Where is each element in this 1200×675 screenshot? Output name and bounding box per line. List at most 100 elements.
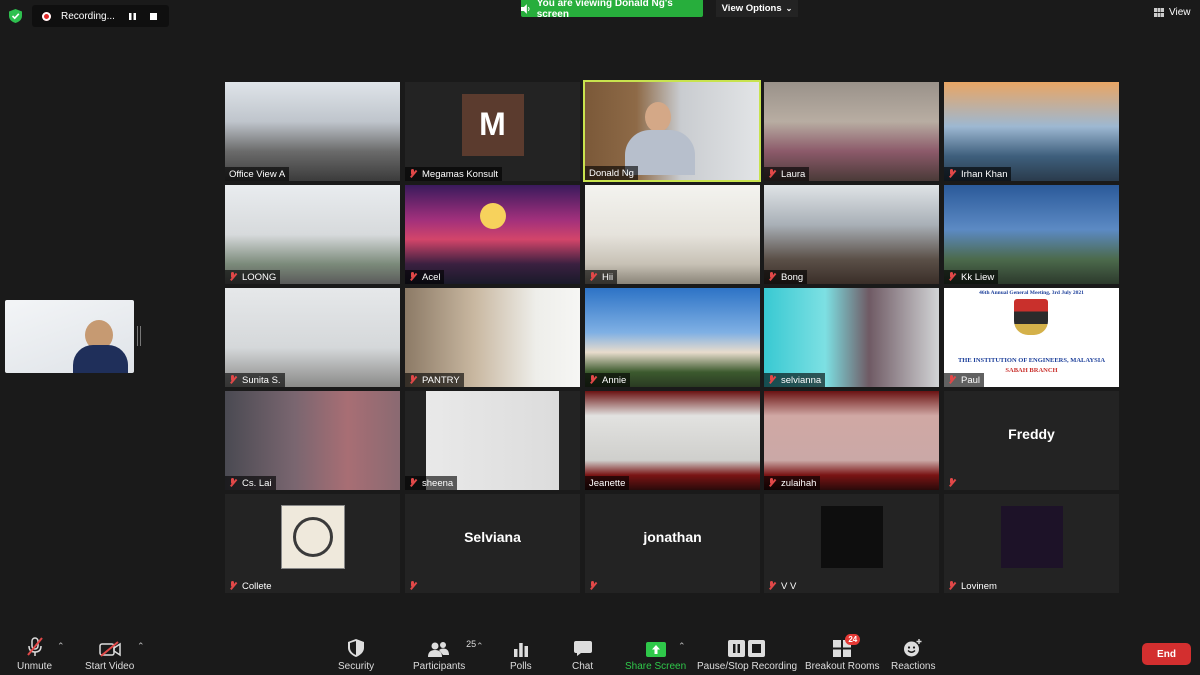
video-tile[interactable]: Annie	[585, 288, 760, 387]
video-tile[interactable]: Cs. Lai	[225, 391, 400, 490]
video-tile[interactable]: jonathan	[585, 494, 760, 593]
chevron-up-icon[interactable]: ⌃	[678, 641, 686, 652]
participant-name	[405, 579, 426, 593]
chevron-up-icon[interactable]: ⌃	[57, 641, 65, 652]
end-meeting-button[interactable]: End	[1142, 643, 1191, 665]
shield-icon	[348, 639, 365, 657]
participant-name-text: Annie	[602, 374, 627, 386]
reactions-button[interactable]: Reactions	[891, 637, 935, 672]
chevron-up-icon[interactable]: ⌃	[476, 641, 484, 652]
video-tile[interactable]: Freddy	[944, 391, 1119, 490]
video-tile[interactable]: Selviana	[405, 494, 580, 593]
participant-name-text: Donald Ng	[589, 167, 634, 179]
video-tile[interactable]: 46th Annual General Meeting, 3rd July 20…	[944, 288, 1119, 387]
participant-name: Donald Ng	[585, 166, 638, 180]
polls-button[interactable]: Polls	[510, 637, 532, 672]
video-tile[interactable]: Acel	[405, 185, 580, 284]
avatar	[1000, 505, 1063, 568]
self-view-video[interactable]	[5, 300, 134, 373]
muted-mic-icon	[589, 581, 597, 591]
video-tile[interactable]: Laura	[764, 82, 939, 181]
muted-mic-icon	[768, 581, 776, 591]
participant-name-text: Jeanette	[589, 477, 626, 489]
security-button[interactable]: Security	[338, 637, 374, 672]
muted-mic-icon	[948, 169, 956, 179]
participant-name: Laura	[764, 167, 810, 181]
start-video-button[interactable]: Start Video	[85, 637, 134, 672]
chat-button[interactable]: Chat	[572, 637, 593, 672]
participant-name-text: Laura	[781, 168, 806, 180]
video-tile[interactable]: Office View A	[225, 82, 400, 181]
video-tile[interactable]: Collete	[225, 494, 400, 593]
muted-mic-icon	[768, 375, 776, 385]
participant-name: Office View A	[225, 167, 290, 181]
video-tile[interactable]: LOONG	[225, 185, 400, 284]
video-tile[interactable]: selvianna	[764, 288, 939, 387]
share-screen-button[interactable]: Share Screen	[625, 637, 686, 672]
participant-name: Sunita S.	[225, 373, 285, 387]
stop-recording-icon[interactable]	[146, 9, 161, 24]
participant-display-name: Freddy	[1008, 425, 1055, 442]
institution-crest	[1014, 299, 1048, 335]
view-button[interactable]: View	[1154, 7, 1191, 18]
resize-handle[interactable]	[137, 326, 141, 346]
agm-banner-title: 46th Annual General Meeting, 3rd July 20…	[979, 290, 1084, 296]
video-tile[interactable]: Kk Liew	[944, 185, 1119, 284]
muted-mic-icon	[948, 478, 956, 488]
participant-name: Lovinem	[944, 579, 1001, 593]
participant-name: PANTRY	[405, 373, 464, 387]
video-tile[interactable]: sheena	[405, 391, 580, 490]
muted-mic-icon	[409, 272, 417, 282]
video-tile[interactable]: PANTRY	[405, 288, 580, 387]
grid-view-icon	[1154, 8, 1164, 17]
participant-name: V V	[764, 579, 800, 593]
participant-name-text: Irhan Khan	[961, 168, 1008, 180]
recording-label: Recording...	[61, 10, 115, 22]
video-tile[interactable]: V V	[764, 494, 939, 593]
shield-icon[interactable]	[9, 9, 22, 23]
sun-shape	[480, 203, 506, 229]
participant-name-text: V V	[781, 580, 797, 592]
video-tile-active-speaker[interactable]: Donald Ng	[583, 80, 761, 182]
muted-mic-icon	[409, 375, 417, 385]
participant-name: Collete	[225, 579, 276, 593]
participant-name-text: Office View A	[229, 168, 286, 180]
breakout-count-badge: 24	[845, 634, 861, 645]
muted-mic-icon	[589, 375, 597, 385]
video-tile[interactable]: Lovinem	[944, 494, 1119, 593]
video-tile[interactable]: zulaihah	[764, 391, 939, 490]
avatar: M	[461, 93, 524, 156]
participant-name	[585, 579, 606, 593]
participant-name-text: Paul	[961, 374, 981, 386]
participant-name: Irhan Khan	[944, 167, 1012, 181]
pause-stop-recording-button[interactable]: Pause/Stop Recording	[697, 637, 797, 672]
polls-icon	[513, 643, 528, 657]
video-tile[interactable]: Bong	[764, 185, 939, 284]
video-tile[interactable]: Sunita S.	[225, 288, 400, 387]
muted-mic-icon	[409, 581, 417, 591]
view-options-button[interactable]: View Options ⌄	[716, 0, 798, 17]
muted-mic-icon	[768, 272, 776, 282]
muted-mic-icon	[229, 581, 237, 591]
chevron-up-icon[interactable]: ⌃	[137, 641, 145, 652]
muted-mic-icon	[948, 375, 956, 385]
video-tile[interactable]: Jeanette	[585, 391, 760, 490]
participant-name-text: selvianna	[781, 374, 822, 386]
muted-mic-icon	[768, 169, 776, 179]
participant-name-text: Cs. Lai	[242, 477, 272, 489]
unmute-button[interactable]: Unmute	[17, 637, 52, 672]
participant-display-name: Selviana	[464, 528, 521, 545]
muted-mic-icon	[26, 637, 43, 656]
pause-recording-icon[interactable]	[125, 9, 140, 24]
participant-name-text: Megamas Konsult	[422, 168, 499, 180]
video-tile[interactable]: Hii	[585, 185, 760, 284]
institution-name: THE INSTITUTION OF ENGINEERS, MALAYSIA	[957, 357, 1106, 364]
breakout-rooms-label: Breakout Rooms	[805, 661, 880, 672]
participants-button[interactable]: 25 Participants	[413, 637, 476, 672]
recording-indicator: Recording...	[32, 5, 169, 27]
avatar	[280, 504, 345, 569]
participant-name: Paul	[944, 373, 985, 387]
breakout-rooms-button[interactable]: 24 Breakout Rooms	[805, 634, 880, 672]
video-tile[interactable]: M Megamas Konsult	[405, 82, 580, 181]
video-tile[interactable]: Irhan Khan	[944, 82, 1119, 181]
